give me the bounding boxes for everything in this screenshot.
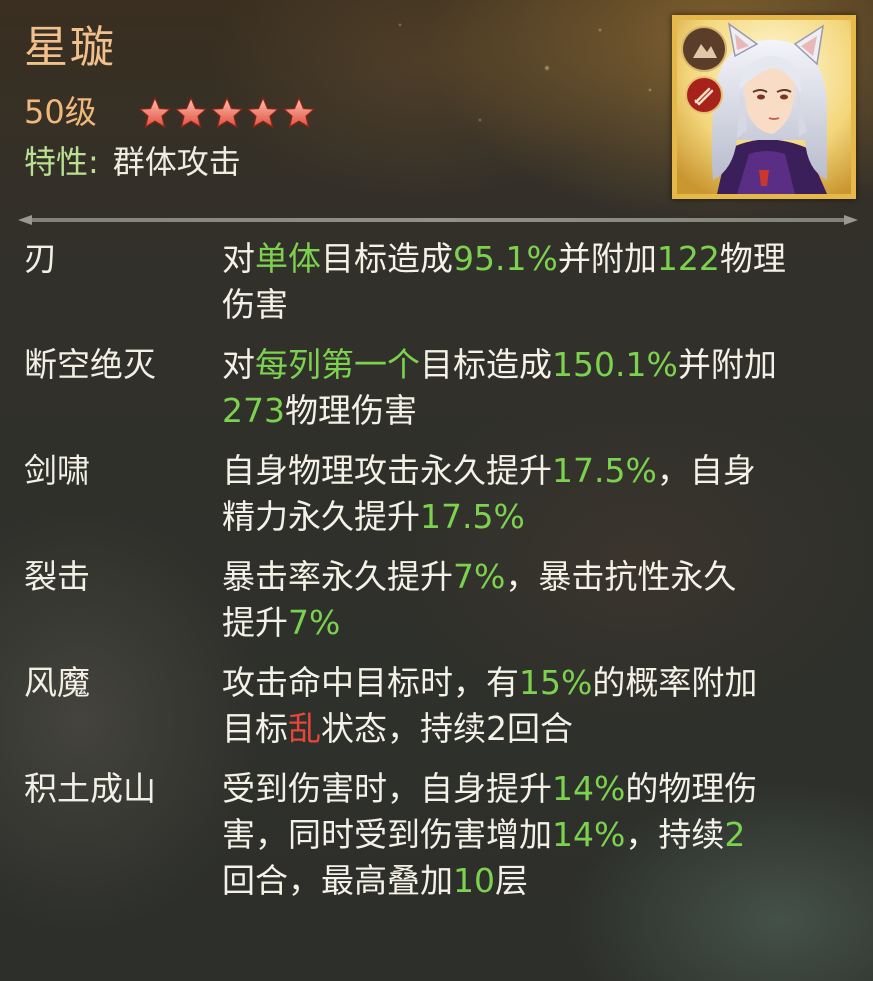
skill-list: 刃对单体目标造成95.1%并附加122物理 伤害 断空绝灭 对每列第一个目标造成150…: [24, 236, 864, 918]
skill-row: 刃 对单体目标造成95.1%并附加122物理伤害: [24, 236, 864, 328]
skill-description: 对每列第一个目标造成150.1%并附加 273物理伤害: [222, 342, 852, 434]
star-icon: [246, 96, 280, 129]
description-text: 暴击率永久提升: [222, 557, 453, 596]
skill-row: 裂击 暴击率永久提升7%，暴击抗性永久 提升7%: [24, 554, 864, 646]
skill-description: 对单体目标造成95.1%并附加122物理伤害: [222, 236, 852, 328]
skill-name: 风魔: [24, 663, 90, 702]
hero-level: 50级: [24, 93, 97, 131]
highlight-value: 7%: [453, 557, 506, 596]
description-text: 伤害: [222, 285, 288, 324]
description-text: 目标造成: [420, 345, 552, 384]
skill-name: 裂击: [24, 557, 90, 596]
skill-name: 刃: [24, 239, 57, 278]
description-text: 受到伤害时，自身提升: [222, 769, 552, 808]
skill-description: 受到伤害时，自身提升14%的物理伤 害，同时受到伤害增加14%，持续2 回合，最高叠…: [222, 766, 852, 904]
description-text: 精力永久提升: [222, 497, 420, 536]
highlight-value: 10: [453, 861, 495, 900]
description-text: 并附加: [677, 345, 777, 384]
description-text: 层: [495, 861, 528, 900]
star-rating: [138, 96, 316, 130]
highlight-value: 150.1%: [552, 345, 678, 384]
description-text: 的概率附加: [592, 663, 758, 702]
description-text: ，自身: [656, 451, 756, 490]
hero-name: 星璇: [24, 22, 116, 73]
status-keyword: 乱: [288, 709, 321, 748]
highlight-value: 122: [656, 239, 720, 278]
description-text: 自身物理攻击永久提升: [222, 451, 552, 490]
star-icon: [174, 96, 208, 129]
description-text: 状态，持续2回合: [321, 709, 573, 748]
trait-value: 群体攻击: [112, 143, 241, 181]
skill-name: 剑啸: [24, 451, 90, 490]
highlight-value: 95.1%: [453, 239, 558, 278]
highlight-value: 2: [724, 815, 746, 854]
description-text: 物理: [719, 239, 786, 278]
description-text: 并附加: [557, 239, 657, 278]
description-text: 对: [222, 239, 255, 278]
highlight-value: 每列第一个: [255, 345, 420, 384]
section-divider: [18, 215, 858, 225]
description-text: ，暴击抗性永久: [505, 557, 737, 596]
highlight-value: 17.5%: [420, 497, 525, 536]
star-icon: [282, 96, 316, 129]
star-icon: [138, 96, 172, 129]
hero-trait: 特性: 群体攻击: [24, 142, 241, 182]
skill-row: 剑啸 自身物理攻击永久提升17.5%，自身 精力永久提升17.5%: [24, 448, 864, 540]
skill-description: 攻击命中目标时，有15%的概率附加目标乱状态，持续2回合: [222, 660, 852, 752]
description-text: 攻击命中目标时，有: [222, 663, 519, 702]
highlight-value: 15%: [519, 663, 593, 702]
description-text: 目标造成: [321, 239, 453, 278]
highlight-value: 7%: [288, 603, 341, 642]
description-text: ，持续: [625, 815, 725, 854]
skill-description: 自身物理攻击永久提升17.5%，自身 精力永久提升17.5%: [222, 448, 852, 540]
skill-description: 暴击率永久提升7%，暴击抗性永久 提升7%: [222, 554, 852, 646]
star-icon: [210, 96, 244, 129]
highlight-value: 273: [222, 391, 285, 430]
description-text: 的物理伤: [625, 769, 758, 808]
description-text: 提升: [222, 603, 288, 642]
physical-attack-icon: [687, 78, 721, 112]
description-text: 物理伤害: [285, 391, 417, 430]
highlight-value: 14%: [552, 769, 626, 808]
hero-portrait[interactable]: [672, 15, 856, 199]
highlight-value: 14%: [552, 815, 626, 854]
skill-row: 风魔 攻击命中目标时，有15%的概率附加目标乱状态，持续2回合: [24, 660, 864, 752]
earth-element-icon: [683, 28, 725, 70]
description-text: 目标: [222, 709, 288, 748]
trait-label: 特性:: [24, 143, 99, 181]
skill-name: 积土成山: [24, 769, 156, 808]
description-text: 对: [222, 345, 255, 384]
highlight-value: 单体: [255, 239, 321, 278]
hero-info-panel: 星璇 50级 特性: 群体攻击 刃 对单体目标造成95.1%并附加122物理 伤…: [0, 0, 873, 981]
skill-row: 积土成山 受到伤害时，自身提升14%的物理伤 害，同时受到伤害增加14%，持续2 回合…: [24, 766, 864, 904]
skill-name: 断空绝灭: [24, 345, 156, 384]
description-text: 害，同时受到伤害增加: [222, 815, 552, 854]
description-text: 回合，最高叠加: [222, 861, 453, 900]
highlight-value: 17.5%: [552, 451, 657, 490]
skill-row: 断空绝灭 对每列第一个目标造成150.1%并附加 273物理伤害: [24, 342, 864, 434]
